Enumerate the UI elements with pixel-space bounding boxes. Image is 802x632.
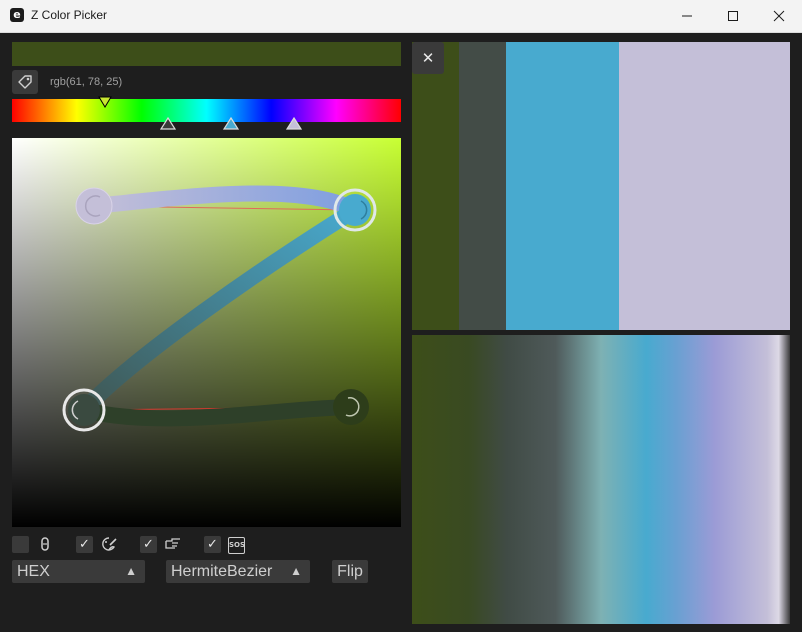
app-icon: e xyxy=(10,8,24,22)
hue-stop-marker-1[interactable] xyxy=(160,117,176,130)
close-palette-button[interactable]: ✕ xyxy=(412,42,444,74)
palette-swatch-2[interactable] xyxy=(459,42,506,330)
gradient-preview xyxy=(412,335,790,624)
palette-swatch-3[interactable] xyxy=(506,42,619,330)
close-window-button[interactable] xyxy=(756,0,802,32)
close-icon xyxy=(773,10,785,22)
combo-arrow-icon: ▲ xyxy=(125,564,137,578)
checkbox-1[interactable] xyxy=(12,536,29,553)
copy-color-button[interactable] xyxy=(12,70,38,94)
minimize-icon xyxy=(682,15,692,17)
palette-brush-icon xyxy=(100,536,118,554)
maximize-icon xyxy=(728,11,738,21)
checkbox-3[interactable]: ✓ xyxy=(140,536,157,553)
tag-icon xyxy=(18,75,32,89)
finger-tap-icon xyxy=(36,536,54,554)
hue-stop-marker-2[interactable] xyxy=(223,117,239,130)
color-format-value: HEX xyxy=(17,563,50,580)
title-bar[interactable]: e Z Color Picker xyxy=(0,0,802,33)
combo-arrow-icon: ▲ xyxy=(290,564,302,578)
palette-swatch-4[interactable] xyxy=(619,42,790,330)
gradient-curve-overlay xyxy=(62,185,377,432)
curve-segment-bottom xyxy=(76,399,359,427)
palette-swatch-1[interactable] xyxy=(412,42,459,330)
curve-segment-middle xyxy=(76,202,363,418)
maximize-button[interactable] xyxy=(710,0,756,32)
minimize-button[interactable] xyxy=(664,0,710,32)
control-point-3[interactable] xyxy=(62,388,106,432)
control-point-2[interactable] xyxy=(333,188,377,232)
interpolation-value: HermiteBezier xyxy=(171,563,273,580)
checkbox-4[interactable]: ✓ xyxy=(204,536,221,553)
checkbox-2[interactable]: ✓ xyxy=(76,536,93,553)
window-title: Z Color Picker xyxy=(31,8,108,22)
color-format-combo[interactable]: HEX ▲ xyxy=(12,560,145,583)
hue-stop-marker-3[interactable] xyxy=(286,117,302,130)
sos-icon: SOS xyxy=(228,537,245,554)
current-color-swatch[interactable] xyxy=(12,42,401,66)
hue-selected-marker[interactable] xyxy=(98,96,112,108)
hand-pointing-icon xyxy=(164,536,182,554)
saturation-value-pad[interactable] xyxy=(12,138,401,527)
control-point-end[interactable] xyxy=(333,389,369,425)
flip-button[interactable]: Flip xyxy=(332,560,368,583)
interpolation-combo[interactable]: HermiteBezier ▲ xyxy=(166,560,310,583)
control-point-start[interactable] xyxy=(75,187,113,225)
rgb-value-text: rgb(61, 78, 25) xyxy=(50,76,123,88)
palette-strip[interactable] xyxy=(412,42,790,330)
hue-slider[interactable] xyxy=(12,99,401,122)
